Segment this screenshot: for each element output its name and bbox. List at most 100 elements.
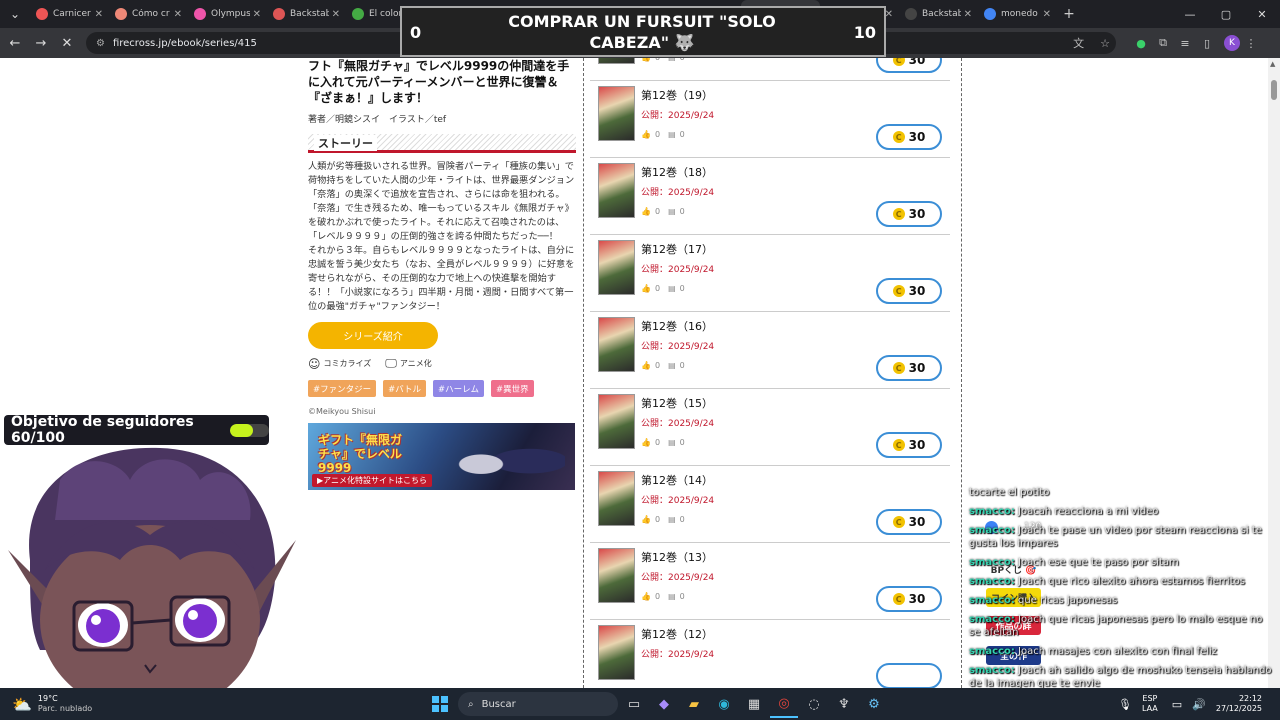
- volume-cover[interactable]: [598, 394, 635, 449]
- browser-tab[interactable]: monedo ✕: [978, 0, 1057, 28]
- volume-title[interactable]: 第12巻（17）: [641, 241, 713, 257]
- tab-close-icon[interactable]: ✕: [174, 9, 182, 20]
- file-explorer-icon[interactable]: ▰: [680, 690, 708, 718]
- volume-cover[interactable]: [598, 58, 635, 64]
- reading-list-icon[interactable]: ≡: [1174, 37, 1196, 50]
- site-info-icon[interactable]: ⚙: [96, 38, 105, 49]
- back-icon[interactable]: ←: [2, 36, 28, 51]
- store-icon[interactable]: ▦: [740, 690, 768, 718]
- tab-close-icon[interactable]: ✕: [1043, 9, 1051, 20]
- volume-row[interactable]: 第12巻（15） 公開：2025/9/24 👍 0 ▤ 0 C 30: [590, 389, 950, 466]
- volume-title[interactable]: 第12巻（19）: [641, 87, 713, 103]
- volume-row[interactable]: 第12巻（12） 公開：2025/9/24: [590, 620, 950, 688]
- minimize-icon[interactable]: —: [1172, 8, 1208, 21]
- clock[interactable]: 22:12 27/12/2025: [1216, 694, 1262, 714]
- maximize-icon[interactable]: ▢: [1208, 8, 1244, 21]
- buy-coin-button[interactable]: C 30: [876, 509, 942, 535]
- browser-tab[interactable]: Carnicer ✕: [30, 0, 109, 28]
- genre-tag[interactable]: #バトル: [383, 380, 427, 397]
- genre-tag[interactable]: #ファンタジー: [308, 380, 377, 397]
- translate-icon[interactable]: 文: [1067, 35, 1090, 51]
- genre-tag[interactable]: #ハーレム: [433, 380, 484, 397]
- buy-coin-button[interactable]: C 30: [876, 201, 942, 227]
- buy-coin-button[interactable]: C 30: [876, 432, 942, 458]
- volume-title[interactable]: 第12巻（18）: [641, 164, 713, 180]
- bookmark-star-icon[interactable]: ☆: [1094, 37, 1116, 50]
- buy-coin-button[interactable]: C 30: [876, 124, 942, 150]
- volume-row[interactable]: 第12巻（13） 公開：2025/9/24 👍 0 ▤ 0 C 30: [590, 543, 950, 620]
- new-tab-button[interactable]: +: [1057, 6, 1081, 22]
- network-icon[interactable]: ▭: [1172, 698, 1182, 711]
- volume-cover[interactable]: [598, 317, 635, 372]
- profile-avatar[interactable]: K: [1224, 35, 1240, 51]
- buy-coin-button[interactable]: C 30: [876, 355, 942, 381]
- buy-coin-button[interactable]: C 30: [876, 278, 942, 304]
- anime-site-banner[interactable]: ギフト『無限ガチャ』でレベル9999 ▶アニメ化特設サイトはこちら: [308, 423, 575, 490]
- volume-cover[interactable]: [598, 471, 635, 526]
- tab-search-icon[interactable]: ⌄: [0, 0, 30, 28]
- weather-widget[interactable]: ⛅ 19°C Parc. nublado: [12, 694, 162, 714]
- copilot-icon[interactable]: ◆: [650, 690, 678, 718]
- chrome-icon[interactable]: ◎: [770, 690, 798, 718]
- tab-close-icon[interactable]: ✕: [332, 9, 340, 20]
- volume-row[interactable]: 第12巻（17） 公開：2025/9/24 👍 0 ▤ 0 C 30: [590, 235, 950, 312]
- extension-icon[interactable]: ●: [1130, 37, 1152, 50]
- volume-row[interactable]: 第12巻（18） 公開：2025/9/24 👍 0 ▤ 0 C 30: [590, 158, 950, 235]
- browser-tab[interactable]: Cómo cr ✕: [109, 0, 188, 28]
- volume-row[interactable]: 第12巻（16） 公開：2025/9/24 👍 0 ▤ 0 C 30: [590, 312, 950, 389]
- buy-coin-button[interactable]: C 30: [876, 58, 942, 73]
- tab-close-icon[interactable]: ✕: [964, 9, 972, 20]
- chat-username[interactable]: smacco:: [969, 576, 1015, 587]
- buy-coin-button[interactable]: [876, 663, 942, 688]
- windows-start-icon[interactable]: [432, 696, 448, 712]
- extensions-puzzle-icon[interactable]: ⧉: [1152, 36, 1174, 50]
- volume-cover[interactable]: [598, 240, 635, 295]
- tab-close-icon[interactable]: ✕: [253, 9, 261, 20]
- chat-username[interactable]: smacco:: [969, 557, 1015, 568]
- volume-title[interactable]: 第12巻（16）: [641, 318, 713, 334]
- language-indicator[interactable]: ESP LAA: [1142, 694, 1158, 714]
- genre-tag[interactable]: #異世界: [490, 380, 534, 397]
- menu-kebab-icon[interactable]: ⋮: [1240, 37, 1262, 50]
- volume-cover[interactable]: [598, 86, 635, 141]
- microphone-icon[interactable]: 🎙: [1118, 698, 1132, 711]
- close-window-icon[interactable]: ✕: [1244, 8, 1280, 21]
- volume-cover[interactable]: [598, 163, 635, 218]
- buy-coin-button[interactable]: C 30: [876, 586, 942, 612]
- vtube-icon[interactable]: ♆: [830, 690, 858, 718]
- volume-icon[interactable]: 🔊: [1192, 698, 1206, 711]
- volume-row[interactable]: 👍 0 ▤ 0 C30: [590, 58, 950, 81]
- volume-title[interactable]: 第12巻（14）: [641, 472, 713, 488]
- chat-username[interactable]: smacco:: [969, 614, 1015, 625]
- scroll-up-icon[interactable]: ▲: [1270, 60, 1275, 68]
- series-intro-button[interactable]: シリーズ紹介: [308, 322, 438, 349]
- browser-tab[interactable]: Olympus ✕: [188, 0, 267, 28]
- chat-username[interactable]: smacco:: [969, 525, 1015, 536]
- forward-icon[interactable]: →: [28, 36, 54, 51]
- volume-row[interactable]: 第12巻（14） 公開：2025/9/24 👍 0 ▤ 0 C 30: [590, 466, 950, 543]
- obs-icon[interactable]: ◌: [800, 690, 828, 718]
- taskbar-search[interactable]: ⌕ Buscar: [458, 692, 618, 716]
- volume-cover[interactable]: [598, 625, 635, 680]
- stop-loading-icon[interactable]: ✕: [54, 36, 80, 51]
- task-view-icon[interactable]: ▭: [620, 690, 648, 718]
- chat-username[interactable]: smacco:: [969, 646, 1015, 657]
- volume-title[interactable]: 第12巻（12）: [641, 626, 713, 642]
- chat-username[interactable]: smacco:: [969, 665, 1015, 676]
- banner-link[interactable]: ▶アニメ化特設サイトはこちら: [312, 474, 432, 487]
- browser-tab[interactable]: Backstab ✕: [899, 0, 978, 28]
- volume-title[interactable]: 第12巻（13）: [641, 549, 713, 565]
- chat-username[interactable]: smacco:: [969, 595, 1015, 606]
- edge-icon[interactable]: ◉: [710, 690, 738, 718]
- browser-tab[interactable]: Backstab ✕: [267, 0, 346, 28]
- coin-price: 30: [908, 592, 926, 606]
- chat-username[interactable]: smacco:: [969, 506, 1015, 517]
- volume-title[interactable]: 第12巻（15）: [641, 395, 713, 411]
- steam-icon[interactable]: ⚙: [860, 690, 888, 718]
- scrollbar-thumb[interactable]: [1271, 80, 1277, 100]
- volume-cover[interactable]: [598, 548, 635, 603]
- series-info-column: フト『無限ガチャ』でレベル9999の仲間達を手に入れて元パーティーメンバーと世界…: [308, 58, 576, 490]
- volume-row[interactable]: 第12巻（19） 公開：2025/9/24 👍 0 ▤ 0 C 30: [590, 81, 950, 158]
- sidebar-icon[interactable]: ▯: [1196, 37, 1218, 50]
- tab-close-icon[interactable]: ✕: [95, 9, 103, 20]
